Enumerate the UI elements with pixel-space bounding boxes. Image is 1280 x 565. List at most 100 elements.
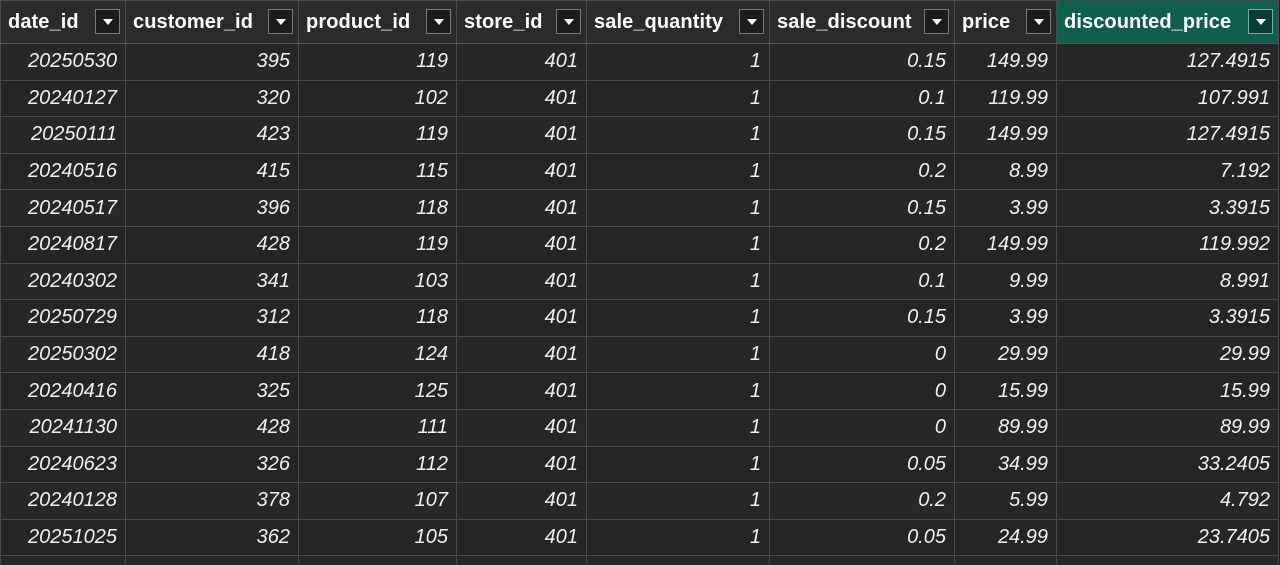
table-cell-sale-quantity[interactable]: 1 bbox=[586, 408, 770, 447]
table-cell-date-id[interactable]: 20240516 bbox=[0, 152, 126, 191]
table-cell-discounted-price[interactable]: 3.3915 bbox=[1056, 299, 1279, 337]
column-header-sale-quantity[interactable]: sale_quantity bbox=[586, 0, 770, 44]
filter-dropdown-button[interactable] bbox=[556, 9, 581, 34]
table-cell-sale-discount[interactable]: 0 bbox=[769, 408, 955, 447]
table-cell-sale-quantity[interactable]: 1 bbox=[586, 79, 770, 118]
table-cell-discounted-price[interactable]: 7.192 bbox=[1056, 152, 1279, 191]
table-cell-date-id[interactable]: 20250302 bbox=[0, 335, 126, 374]
table-cell-sale-discount[interactable]: 0 bbox=[769, 335, 955, 374]
table-cell-price[interactable]: 34.99 bbox=[954, 445, 1057, 484]
table-cell-customer-id[interactable]: 423 bbox=[125, 116, 299, 154]
table-cell-date-id[interactable]: 20240817 bbox=[0, 225, 126, 264]
table-cell-store-id[interactable]: 401 bbox=[456, 262, 587, 301]
table-cell-date-id[interactable]: 20250530 bbox=[0, 43, 126, 81]
table-cell-store-id[interactable]: 401 bbox=[456, 372, 587, 410]
table-cell-customer-id[interactable]: 415 bbox=[125, 152, 299, 191]
table-cell-sale-quantity[interactable]: 1 bbox=[586, 555, 770, 565]
table-cell-price[interactable]: 149.99 bbox=[954, 43, 1057, 81]
table-cell-sale-discount[interactable]: 0.05 bbox=[769, 518, 955, 557]
column-header-date-id[interactable]: date_id bbox=[0, 0, 126, 44]
table-row[interactable]: 20250111 423 119 401 1 0.15 149.99 127.4915 bbox=[0, 116, 1279, 154]
filter-dropdown-button[interactable] bbox=[1248, 9, 1273, 34]
table-cell-price[interactable]: 149.99 bbox=[954, 225, 1057, 264]
column-header-price[interactable]: price bbox=[954, 0, 1057, 44]
table-row[interactable]: 20240128 378 107 401 1 0.2 5.99 4.792 bbox=[0, 482, 1279, 520]
table-cell-customer-id[interactable]: 326 bbox=[125, 445, 299, 484]
table-cell-discounted-price[interactable]: 29.99 bbox=[1056, 335, 1279, 374]
table-row[interactable]: 20241130 428 111 401 1 0 89.99 89.99 bbox=[0, 408, 1279, 447]
table-cell-product-id[interactable]: 121 bbox=[298, 555, 457, 565]
table-cell-date-id[interactable]: 20240623 bbox=[0, 445, 126, 484]
table-row[interactable]: 20240516 415 115 401 1 0.2 8.99 7.192 bbox=[0, 152, 1279, 191]
table-cell-sale-discount[interactable]: 0.2 bbox=[769, 225, 955, 264]
table-cell-sale-quantity[interactable]: 1 bbox=[586, 335, 770, 374]
table-cell-discounted-price[interactable]: 4.792 bbox=[1056, 482, 1279, 520]
table-cell-store-id[interactable]: 401 bbox=[456, 408, 587, 447]
filter-dropdown-button[interactable] bbox=[95, 9, 120, 34]
table-cell-price[interactable]: 12.99 bbox=[954, 555, 1057, 565]
table-row[interactable]: 20240517 396 118 401 1 0.15 3.99 3.3915 bbox=[0, 189, 1279, 227]
table-cell-store-id[interactable]: 401 bbox=[456, 335, 587, 374]
table-cell-store-id[interactable]: 401 bbox=[456, 555, 587, 565]
table-cell-date-id[interactable]: 20251008 bbox=[0, 555, 126, 565]
table-cell-store-id[interactable]: 401 bbox=[456, 79, 587, 118]
table-cell-sale-quantity[interactable]: 1 bbox=[586, 482, 770, 520]
table-row[interactable]: 20250729 312 118 401 1 0.15 3.99 3.3915 bbox=[0, 299, 1279, 337]
table-cell-date-id[interactable]: 20241130 bbox=[0, 408, 126, 447]
table-cell-sale-discount[interactable]: 0 bbox=[769, 372, 955, 410]
table-cell-sale-discount[interactable]: 0.15 bbox=[769, 299, 955, 337]
table-cell-price[interactable]: 15.99 bbox=[954, 372, 1057, 410]
table-row[interactable]: 20251025 362 105 401 1 0.05 24.99 23.7405 bbox=[0, 518, 1279, 557]
table-cell-customer-id[interactable]: 312 bbox=[125, 299, 299, 337]
table-cell-product-id[interactable]: 119 bbox=[298, 116, 457, 154]
table-cell-store-id[interactable]: 401 bbox=[456, 299, 587, 337]
table-cell-price[interactable]: 3.99 bbox=[954, 299, 1057, 337]
table-cell-discounted-price[interactable]: 127.4915 bbox=[1056, 116, 1279, 154]
table-cell-sale-discount[interactable]: 0.15 bbox=[769, 189, 955, 227]
table-cell-discounted-price[interactable]: 33.2405 bbox=[1056, 445, 1279, 484]
table-cell-customer-id[interactable]: 428 bbox=[125, 225, 299, 264]
table-row[interactable]: 20240817 428 119 401 1 0.2 149.99 119.992 bbox=[0, 225, 1279, 264]
table-cell-date-id[interactable]: 20250111 bbox=[0, 116, 126, 154]
table-cell-store-id[interactable]: 401 bbox=[456, 43, 587, 81]
table-cell-product-id[interactable]: 118 bbox=[298, 189, 457, 227]
table-row[interactable]: 20240623 326 112 401 1 0.05 34.99 33.2405 bbox=[0, 445, 1279, 484]
table-cell-discounted-price[interactable]: 89.99 bbox=[1056, 408, 1279, 447]
table-cell-date-id[interactable]: 20240128 bbox=[0, 482, 126, 520]
table-cell-sale-discount[interactable]: 0.1 bbox=[769, 79, 955, 118]
table-cell-customer-id[interactable]: 325 bbox=[125, 372, 299, 410]
column-header-sale-discount[interactable]: sale_discount bbox=[769, 0, 955, 44]
table-cell-store-id[interactable]: 401 bbox=[456, 225, 587, 264]
column-header-store-id[interactable]: store_id bbox=[456, 0, 587, 44]
table-cell-store-id[interactable]: 401 bbox=[456, 482, 587, 520]
table-cell-sale-quantity[interactable]: 1 bbox=[586, 225, 770, 264]
table-cell-sale-discount[interactable]: 0.05 bbox=[769, 445, 955, 484]
table-cell-sale-quantity[interactable]: 1 bbox=[586, 299, 770, 337]
filter-dropdown-button[interactable] bbox=[739, 9, 764, 34]
table-cell-product-id[interactable]: 124 bbox=[298, 335, 457, 374]
table-cell-price[interactable]: 24.99 bbox=[954, 518, 1057, 557]
table-cell-customer-id[interactable]: 362 bbox=[125, 518, 299, 557]
table-row[interactable]: 20240302 341 103 401 1 0.1 9.99 8.991 bbox=[0, 262, 1279, 301]
table-cell-customer-id[interactable]: 341 bbox=[125, 262, 299, 301]
table-cell-discounted-price[interactable]: 8.991 bbox=[1056, 262, 1279, 301]
table-cell-discounted-price[interactable]: 127.4915 bbox=[1056, 43, 1279, 81]
table-cell-customer-id[interactable]: 418 bbox=[125, 335, 299, 374]
table-cell-customer-id[interactable]: 395 bbox=[125, 43, 299, 81]
table-cell-product-id[interactable]: 119 bbox=[298, 43, 457, 81]
table-cell-sale-discount[interactable]: 0.2 bbox=[769, 152, 955, 191]
table-row[interactable]: 20240127 320 102 401 1 0.1 119.99 107.991 bbox=[0, 79, 1279, 118]
filter-dropdown-button[interactable] bbox=[426, 9, 451, 34]
table-cell-price[interactable]: 9.99 bbox=[954, 262, 1057, 301]
table-cell-discounted-price[interactable]: 119.992 bbox=[1056, 225, 1279, 264]
table-cell-sale-quantity[interactable]: 1 bbox=[586, 152, 770, 191]
table-cell-product-id[interactable]: 119 bbox=[298, 225, 457, 264]
table-cell-discounted-price[interactable]: 15.99 bbox=[1056, 372, 1279, 410]
table-cell-date-id[interactable]: 20250729 bbox=[0, 299, 126, 337]
table-cell-store-id[interactable]: 401 bbox=[456, 152, 587, 191]
table-cell-price[interactable]: 119.99 bbox=[954, 79, 1057, 118]
table-cell-sale-discount[interactable]: 0.15 bbox=[769, 555, 955, 565]
table-cell-price[interactable]: 149.99 bbox=[954, 116, 1057, 154]
table-cell-price[interactable]: 89.99 bbox=[954, 408, 1057, 447]
table-row[interactable]: 20250530 395 119 401 1 0.15 149.99 127.4915 bbox=[0, 43, 1279, 81]
